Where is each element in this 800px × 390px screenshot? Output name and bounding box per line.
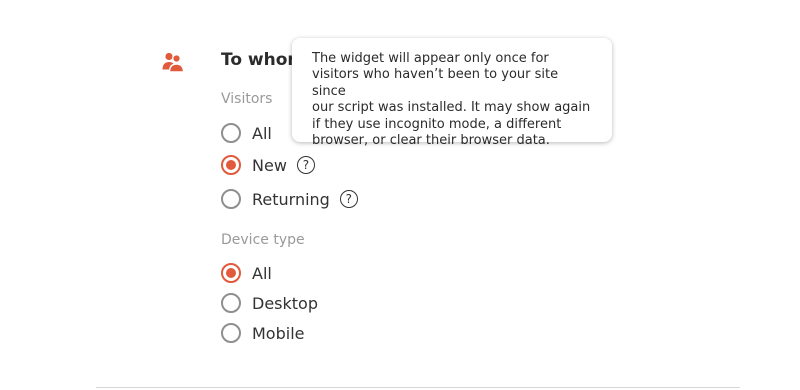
help-icon[interactable]: ?	[339, 190, 358, 208]
device-type-label: Device type	[221, 232, 305, 248]
radio-button-checked[interactable]	[221, 263, 241, 283]
option-label: New	[252, 155, 287, 175]
radio-dot	[226, 160, 236, 170]
visitors-option-all[interactable]: All	[221, 122, 272, 144]
tooltip-line: visitors who haven’t been to your site s…	[312, 67, 559, 99]
device-option-all[interactable]: All	[221, 262, 272, 284]
radio-button-checked[interactable]	[221, 155, 241, 175]
help-tooltip: The widget will appear only once for vis…	[292, 38, 612, 148]
tooltip-line: if they use incognito mode, a different	[312, 116, 562, 132]
visitors-option-new[interactable]: New ?	[221, 154, 315, 176]
visitors-label: Visitors	[221, 91, 273, 107]
device-option-desktop[interactable]: Desktop	[221, 292, 318, 314]
divider	[96, 387, 740, 388]
tooltip-line: our script was installed. It may show ag…	[312, 100, 591, 116]
page: To whom Visitors All New ? Returning ? D…	[0, 0, 800, 390]
option-label: All	[252, 123, 272, 143]
radio-button[interactable]	[221, 323, 241, 343]
device-option-mobile[interactable]: Mobile	[221, 322, 304, 344]
radio-button[interactable]	[221, 189, 241, 209]
help-icon[interactable]: ?	[296, 156, 315, 174]
radio-button[interactable]	[221, 123, 241, 143]
tooltip-line: browser, or clear their browser data.	[312, 133, 550, 149]
visitors-option-returning[interactable]: Returning ?	[221, 188, 358, 210]
option-label: Desktop	[252, 293, 318, 313]
option-label: Mobile	[252, 323, 305, 343]
option-label: Returning	[252, 189, 330, 209]
option-label: All	[252, 263, 272, 283]
tooltip-line: The widget will appear only once for	[312, 51, 549, 66]
radio-dot	[226, 268, 236, 278]
radio-button[interactable]	[221, 293, 241, 313]
users-icon	[162, 52, 185, 73]
